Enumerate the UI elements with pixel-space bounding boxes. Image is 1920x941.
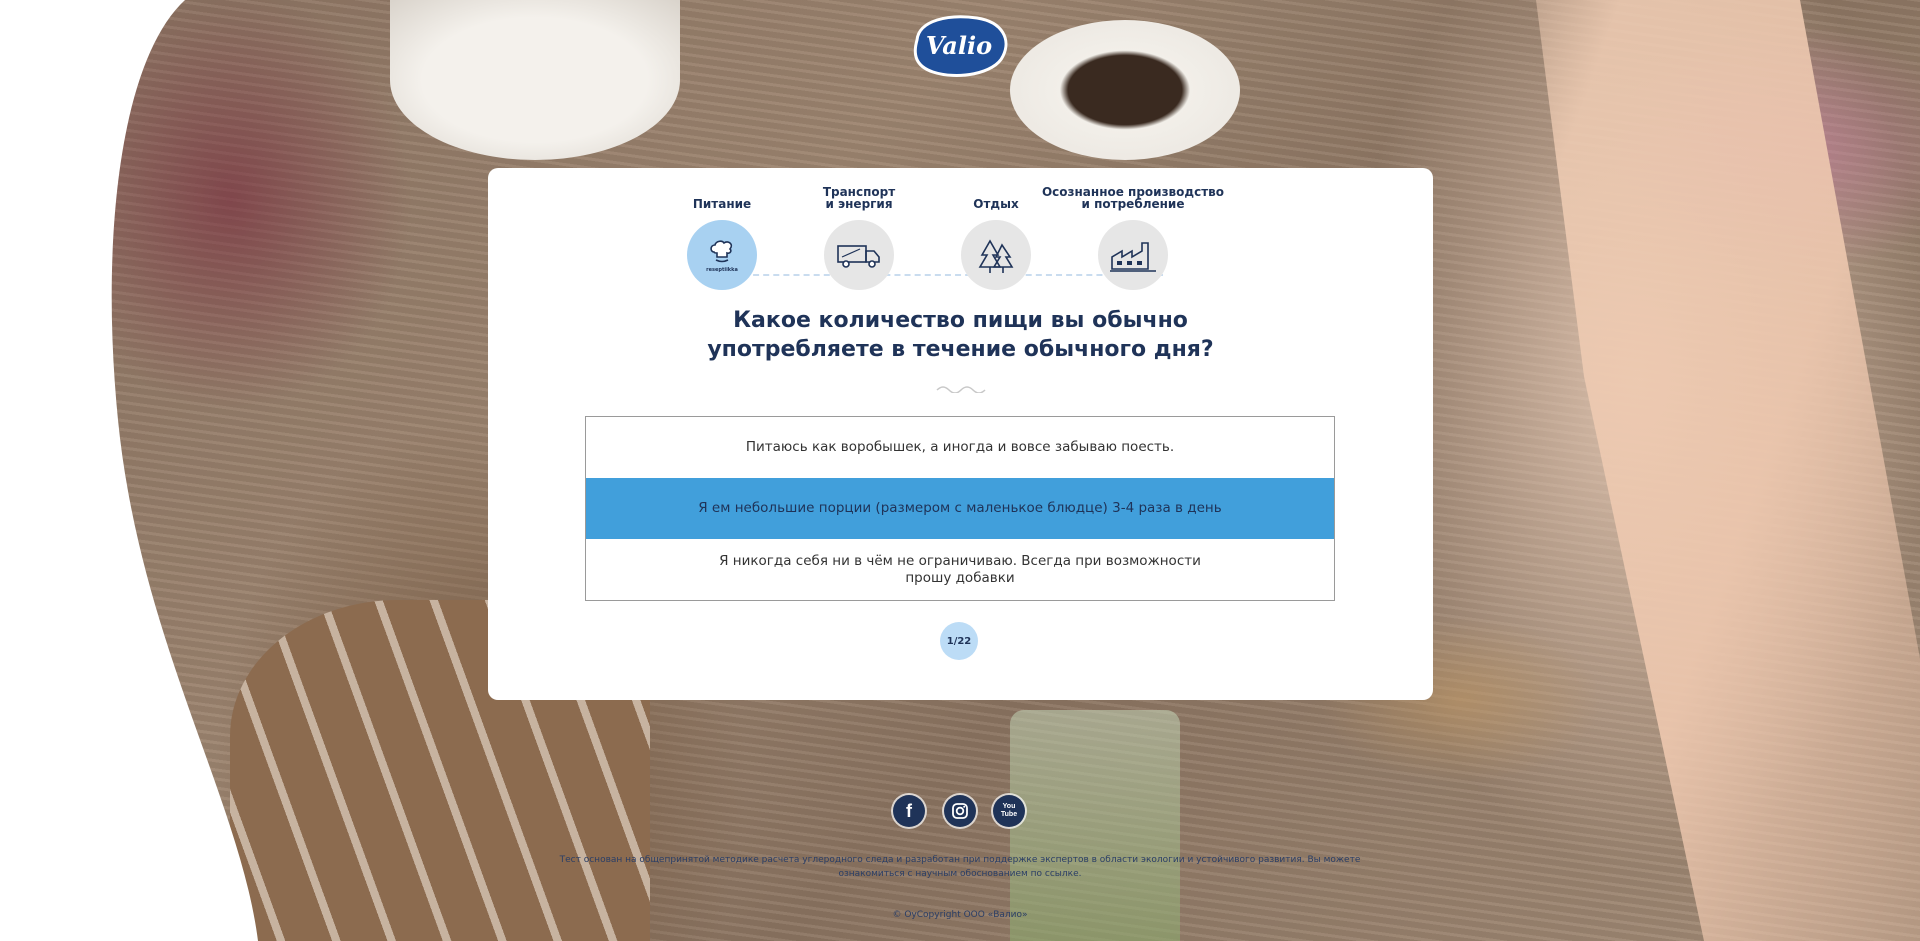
step-circle-active: reseptiikka — [687, 220, 757, 290]
answer-text: Я никогда себя ни в чём не ограничиваю. … — [719, 552, 1201, 569]
step-label: Осознанное производство и потребление — [1041, 185, 1224, 211]
step-tracker: Питание reseptiikka Транспорт и энергия — [488, 186, 1433, 296]
wave-divider-icon — [936, 386, 986, 393]
youtube-button[interactable]: You Tube — [993, 795, 1025, 827]
step-production[interactable]: Осознанное производство и потребление — [1033, 186, 1233, 290]
answer-text: Питаюсь как воробышек, а иногда и вовсе … — [745, 439, 1175, 455]
footer-line-2[interactable]: ознакомиться с научным обоснованием по с… — [838, 869, 1081, 879]
factory-icon — [1110, 242, 1156, 272]
icon-caption: reseptiikka — [706, 267, 738, 273]
copyright-text: © OyCopyright ООО «Валио» — [892, 910, 1028, 920]
coffee-cup-image — [1010, 20, 1240, 160]
white-wave-decoration — [0, 0, 258, 941]
answer-option-1[interactable]: Питаюсь как воробышек, а иногда и вовсе … — [586, 417, 1334, 478]
instagram-button[interactable] — [944, 795, 976, 827]
step-circle — [961, 220, 1031, 290]
arm-image — [1536, 0, 1920, 941]
step-circle — [824, 220, 894, 290]
step-circle — [1098, 220, 1168, 290]
quiz-card: Питание reseptiikka Транспорт и энергия — [488, 168, 1433, 700]
glass-image — [1010, 710, 1180, 941]
answer-options: Питаюсь как воробышек, а иногда и вовсе … — [585, 416, 1335, 601]
question-line-1: Какое количество пищи вы обычно — [733, 308, 1188, 333]
instagram-icon — [952, 803, 968, 819]
answer-option-2[interactable]: Я ем небольшие порции (размером с малень… — [586, 478, 1334, 539]
chef-hat-icon: reseptiikka — [706, 240, 738, 273]
trees-icon — [978, 239, 1014, 273]
progress-counter: 1/22 — [940, 622, 978, 660]
plate-image — [390, 0, 680, 160]
answer-option-3[interactable]: Я никогда себя ни в чём не ограничиваю. … — [586, 539, 1334, 600]
question-line-2: употребляете в течение обычного дня? — [707, 337, 1214, 362]
footer-disclaimer: Тест основан на общепринятой методике ра… — [552, 853, 1368, 881]
facebook-button[interactable]: f — [893, 795, 925, 827]
answer-text: Я ем небольшие порции (размером с малень… — [698, 500, 1222, 516]
footer-line-1: Тест основан на общепринятой методике ра… — [559, 855, 1361, 865]
answer-text: прошу добавки — [905, 569, 1015, 586]
logo-text: Valio — [926, 31, 992, 60]
youtube-icon: You Tube — [1000, 803, 1018, 818]
question-title: Какое количество пищи вы обычно употребл… — [488, 306, 1433, 364]
truck-icon — [837, 245, 880, 268]
valio-logo: Valio — [913, 15, 1008, 77]
facebook-icon: f — [906, 800, 912, 821]
